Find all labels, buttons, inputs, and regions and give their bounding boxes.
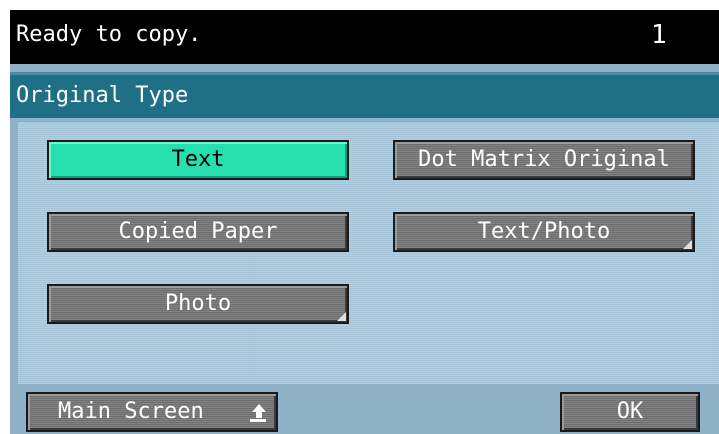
page-title: Original Type <box>16 83 189 108</box>
text-button[interactable]: Text <box>47 140 349 180</box>
ok-button[interactable]: OK <box>560 392 700 432</box>
return-arrow-icon <box>250 404 266 422</box>
main-screen-label: Main Screen <box>58 399 204 424</box>
status-message: Ready to copy. <box>16 22 202 47</box>
dot-matrix-original-label: Dot Matrix Original <box>418 147 670 172</box>
copied-paper-label: Copied Paper <box>118 219 278 244</box>
dot-matrix-original-button[interactable]: Dot Matrix Original <box>393 140 695 180</box>
photo-button[interactable]: Photo <box>47 284 349 324</box>
text-photo-label: Text/Photo <box>477 219 611 244</box>
photo-label: Photo <box>164 291 232 316</box>
text-photo-button[interactable]: Text/Photo <box>393 212 695 252</box>
title-bar: Original Type <box>10 72 719 118</box>
status-bar: Ready to copy. 1 <box>10 10 719 64</box>
main-screen-button[interactable]: Main Screen <box>26 392 278 432</box>
corner-tab-icon <box>683 240 692 249</box>
copier-screen: Ready to copy. 1 Original Type Text Dot … <box>10 10 719 434</box>
corner-tab-icon <box>337 312 346 321</box>
copied-paper-button[interactable]: Copied Paper <box>47 212 349 252</box>
copy-count: 1 <box>651 20 667 50</box>
